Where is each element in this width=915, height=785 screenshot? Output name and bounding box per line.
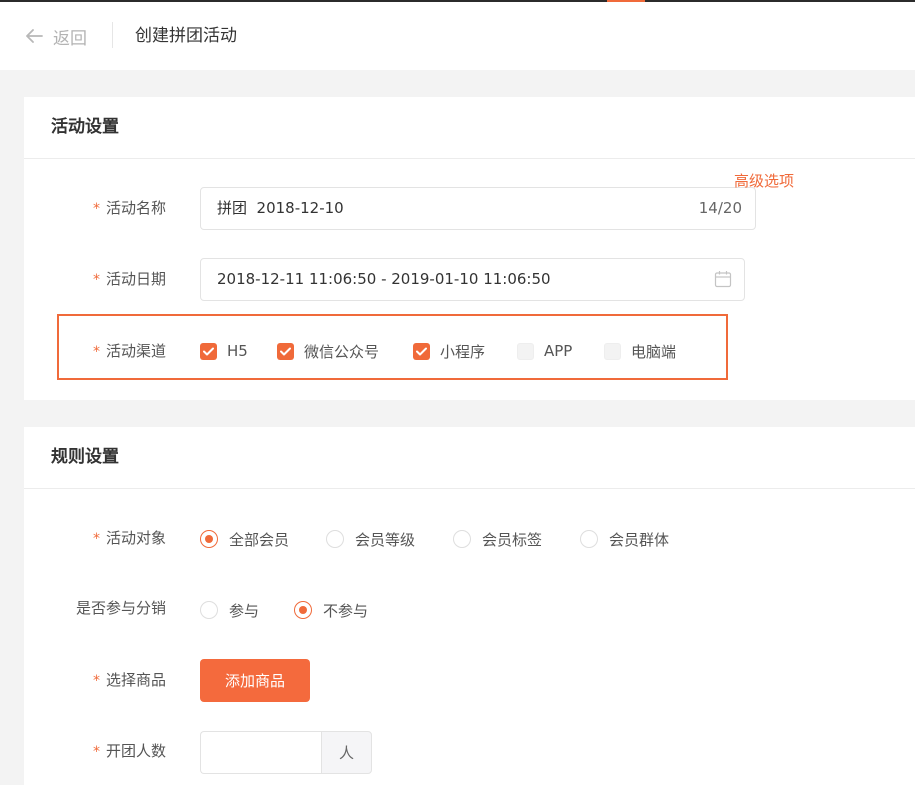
select-product-label: * 选择商品 (93, 671, 167, 689)
back-button[interactable]: 返回 (26, 24, 87, 49)
required-asterisk: * (93, 531, 100, 547)
channel-checkbox-pc[interactable]: 电脑端 (604, 340, 676, 362)
checkbox-checked-icon (200, 342, 217, 360)
radio-label: 会员标签 (482, 530, 543, 549)
distribution-radio-join[interactable]: 参与 (200, 599, 259, 621)
required-asterisk: * (93, 673, 100, 689)
arrow-left-icon (26, 29, 43, 43)
character-counter: 14/20 (698, 199, 742, 217)
group-size-input[interactable] (200, 731, 321, 774)
activity-name-input[interactable]: 拼团 2018-12-10 14/20 (200, 187, 756, 230)
required-asterisk: * (93, 744, 100, 760)
card-divider (24, 488, 915, 489)
channel-checkbox-mini-program[interactable]: 小程序 (413, 340, 485, 362)
required-asterisk: * (93, 344, 100, 360)
channel-label: APP (544, 342, 573, 360)
required-asterisk: * (93, 201, 100, 217)
distribution-label: 是否参与分销 (76, 599, 167, 617)
group-size-unit: 人 (321, 731, 372, 774)
activity-date-value: 2018-12-11 11:06:50 - 2019-01-10 11:06:5… (217, 270, 551, 288)
group-size-label: * 开团人数 (93, 742, 167, 760)
page-header: 返回 创建拼团活动 (0, 2, 915, 70)
channel-label: 微信公众号 (304, 342, 380, 361)
channel-label: H5 (227, 342, 248, 360)
card-divider (24, 158, 915, 159)
channel-checkbox-app[interactable]: APP (517, 340, 572, 362)
distribution-radio-not-join[interactable]: 不参与 (294, 599, 368, 621)
radio-unselected-icon (453, 530, 471, 548)
activity-date-range-picker[interactable]: 2018-12-11 11:06:50 - 2019-01-10 11:06:5… (200, 258, 745, 301)
activity-settings-title: 活动设置 (51, 117, 119, 137)
target-radio-member-tag[interactable]: 会员标签 (453, 528, 542, 550)
required-asterisk: * (93, 272, 100, 288)
advanced-options-link[interactable]: 高级选项 (734, 171, 794, 191)
radio-unselected-icon (580, 530, 598, 548)
checkbox-checked-icon (277, 342, 294, 360)
radio-label: 参与 (229, 601, 260, 620)
channel-checkbox-h5[interactable]: H5 (200, 340, 248, 362)
target-radio-all-members[interactable]: 全部会员 (200, 528, 289, 550)
header-divider (112, 22, 113, 48)
target-radio-member-group[interactable]: 会员群体 (580, 528, 669, 550)
back-label: 返回 (53, 28, 87, 49)
radio-selected-icon (294, 601, 312, 619)
checkbox-unchecked-icon (517, 342, 534, 360)
radio-unselected-icon (200, 601, 218, 619)
radio-unselected-icon (326, 530, 344, 548)
checkbox-checked-icon (413, 342, 430, 360)
calendar-icon (714, 271, 732, 288)
radio-selected-icon (200, 530, 218, 548)
checkbox-unchecked-icon (604, 342, 621, 360)
activity-name-label: * 活动名称 (93, 199, 167, 217)
channel-checkbox-wechat[interactable]: 微信公众号 (277, 340, 379, 362)
channel-label: 小程序 (440, 342, 486, 361)
target-radio-member-level[interactable]: 会员等级 (326, 528, 415, 550)
channel-label: 电脑端 (631, 342, 677, 361)
activity-target-label: * 活动对象 (93, 529, 167, 547)
radio-label: 会员群体 (609, 530, 670, 549)
add-product-button[interactable]: 添加商品 (200, 659, 310, 702)
page-title: 创建拼团活动 (135, 26, 237, 46)
radio-label: 全部会员 (229, 530, 290, 549)
radio-label: 会员等级 (355, 530, 416, 549)
radio-label: 不参与 (323, 601, 369, 620)
activity-date-label: * 活动日期 (93, 270, 167, 288)
rule-settings-title: 规则设置 (51, 447, 119, 467)
activity-name-value: 拼团 2018-12-10 (217, 199, 344, 217)
activity-channel-label: * 活动渠道 (93, 342, 167, 360)
